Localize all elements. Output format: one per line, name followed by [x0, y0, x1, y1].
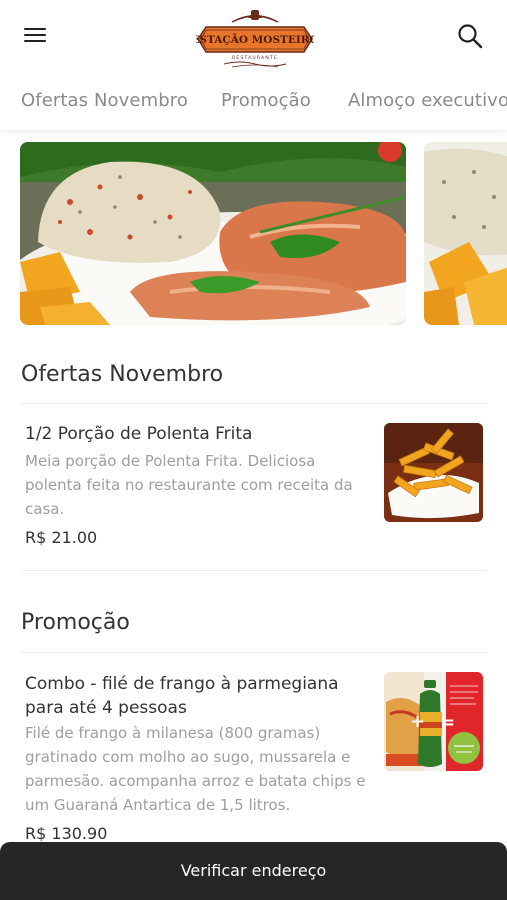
section-divider — [21, 652, 487, 653]
section-title-ofertas-novembro: Ofertas Novembro — [21, 362, 224, 387]
grilled-salmon-rice-banner[interactable] — [20, 142, 406, 325]
rice-polenta-banner[interactable] — [424, 142, 507, 325]
category-tabs: Ofertas Novembro Promoção Almoço executi… — [0, 72, 507, 130]
section-divider — [21, 403, 487, 404]
item-description: Filé de frango à milanesa (800 gramas) g… — [25, 724, 366, 814]
restaurant-logo[interactable]: ESTAÇÃO MOSTEIRO RESTAURANTE — [191, 6, 319, 70]
logo-subtext: RESTAURANTE — [232, 55, 278, 61]
top-app-bar: ESTAÇÃO MOSTEIRO RESTAURANTE — [0, 0, 507, 72]
fried-polenta-thumbnail — [384, 423, 483, 522]
tab-almoco-executivo[interactable]: Almoço executivo — [348, 90, 507, 111]
banner-carousel[interactable] — [20, 142, 507, 326]
item-name: 1/2 Porção de Polenta Frita — [25, 424, 253, 444]
item-description: Meia porção de Polenta Frita. Deliciosa … — [25, 452, 353, 518]
hamburger-menu-icon[interactable] — [22, 24, 48, 48]
item-price: R$ 21.00 — [25, 528, 98, 547]
svg-text:=: = — [440, 712, 455, 733]
chicken-parmegiana-combo-thumbnail: + = — [384, 672, 483, 771]
verify-address-button[interactable]: Verificar endereço — [0, 842, 507, 900]
svg-text:+: + — [410, 711, 425, 732]
section-title-promocao: Promoção — [21, 610, 130, 635]
tab-promocao[interactable]: Promoção — [221, 90, 311, 111]
tab-ofertas-novembro[interactable]: Ofertas Novembro — [21, 90, 188, 111]
item-name: Combo - filé de frango à parmegiana para… — [25, 674, 339, 718]
search-icon[interactable] — [456, 22, 484, 50]
item-price: R$ 130.90 — [25, 824, 108, 843]
logo-text: ESTAÇÃO MOSTEIRO — [196, 32, 314, 46]
item-divider — [21, 570, 487, 571]
